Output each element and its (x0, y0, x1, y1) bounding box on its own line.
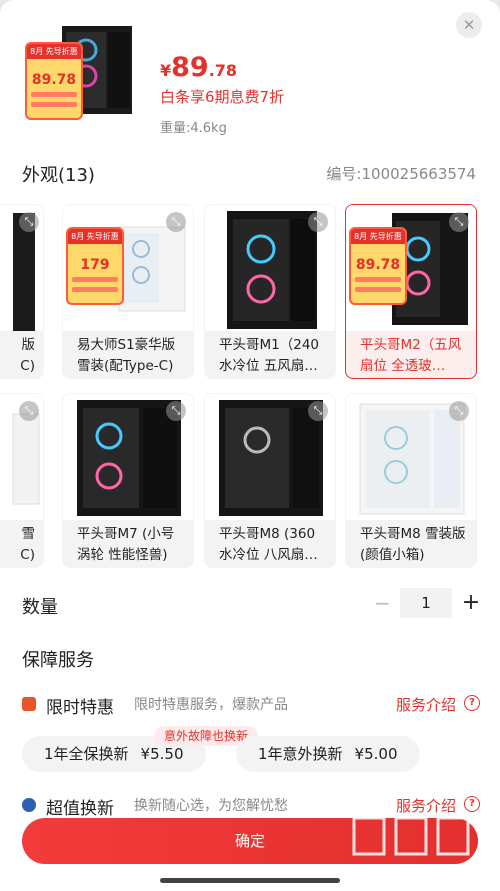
variant-card-partial-2[interactable]: ⤡ 雪 C) (0, 393, 44, 568)
zoom-icon[interactable]: ⤡ (19, 401, 39, 421)
service-name: 限时特惠 (46, 698, 114, 718)
shield-icon (22, 798, 36, 812)
promo-badge-price: 89.78 (31, 72, 77, 88)
zoom-icon[interactable]: ⤡ (166, 401, 186, 421)
home-indicator (160, 878, 340, 883)
limited-offer-icon (22, 697, 36, 711)
installment-text: 白条享6期息费7折 (160, 88, 285, 106)
variant-card[interactable]: ⤡ 平头哥M7 (小号涡轮 性能怪兽) (62, 393, 194, 568)
variant-label: 易大师S1豪华版雪装(配Type-C) (77, 337, 176, 374)
variant-card-selected[interactable]: 8月 先导折惠 89.78 ⤡ 平头哥M2（五风扇位 全透玻… (345, 204, 477, 379)
info-icon[interactable]: ? (464, 796, 480, 812)
promo-badge: 8月 先导折惠 89.78 (25, 42, 83, 120)
zoom-icon[interactable]: ⤡ (308, 401, 328, 421)
svg-text:zhizhizhi.com: zhizhizhi.com (377, 862, 455, 877)
appearance-title: 外观(13) (22, 165, 95, 186)
quantity-plus-button[interactable]: + (460, 590, 482, 616)
close-icon[interactable]: ✕ (456, 12, 482, 38)
watermark: zhizhizhi.com (346, 812, 486, 880)
variant-card-partial-1[interactable]: ⤡ 版 C) (0, 204, 44, 379)
quantity-input[interactable]: 1 (400, 588, 452, 618)
service-name: 超值换新 (46, 799, 114, 819)
zoom-icon[interactable]: ⤡ (19, 212, 39, 232)
weight-text: 重量:4.6kg (160, 121, 227, 136)
promo-badge: 8月 先导折惠 179 (66, 227, 124, 305)
variant-label: 雪 C) (20, 526, 35, 563)
variant-label: 平头哥M1（240水冷位 五风扇… (219, 337, 320, 374)
service-intro-link[interactable]: 服务介绍 (396, 694, 456, 715)
variant-card[interactable]: ⤡ 平头哥M8 雪装版(颜值小箱) (345, 393, 477, 568)
service-desc: 限时特惠服务，爆款产品 (134, 697, 288, 713)
service-row-limited: 限时特惠 限时特惠服务，爆款产品 服务介绍 ? (22, 693, 480, 718)
variant-card[interactable]: ⤡ 平头哥M1（240水冷位 五风扇… (204, 204, 336, 379)
variant-label: 平头哥M8 雪装版(颜值小箱) (360, 526, 466, 563)
guarantee-title: 保障服务 (22, 650, 94, 671)
info-icon[interactable]: ? (464, 695, 480, 711)
product-thumbnail: 8月 先导折惠 89.78 (22, 20, 142, 120)
quantity-minus-button[interactable]: − (374, 592, 391, 614)
variant-card[interactable]: ⤡ 平头哥M8 (360水冷位 八风扇… (204, 393, 336, 568)
zoom-icon[interactable]: ⤡ (166, 212, 186, 232)
zoom-icon[interactable]: ⤡ (308, 212, 328, 232)
promo-badge-tag: 8月 先导折惠 (27, 44, 81, 59)
variant-label: 平头哥M7 (小号涡轮 性能怪兽) (77, 526, 175, 563)
service-desc: 换新随心选，为您解忧愁 (134, 798, 288, 814)
sku-selector-sheet: ✕ 8月 先导折惠 89.78 ¥89.78 白条享6期息费7折 重量:4.6k… (0, 0, 500, 891)
variant-card[interactable]: 8月 先导折惠 179 ⤡ 易大师S1豪华版雪装(配Type-C) (62, 204, 194, 379)
variant-label: 版 C) (20, 337, 35, 374)
variant-label: 平头哥M8 (360水冷位 八风扇… (219, 526, 318, 563)
service-option-accident[interactable]: 1年意外换新 ¥5.00 (236, 736, 420, 772)
quantity-title: 数量 (22, 597, 58, 618)
sku-number: 编号:100025663574 (326, 165, 476, 183)
product-price: ¥89.78 (160, 52, 238, 83)
promo-badge: 8月 先导折惠 89.78 (349, 227, 407, 305)
variant-label: 平头哥M2（五风扇位 全透玻… (360, 337, 462, 374)
zoom-icon[interactable]: ⤡ (449, 401, 469, 421)
zoom-icon[interactable]: ⤡ (449, 212, 469, 232)
